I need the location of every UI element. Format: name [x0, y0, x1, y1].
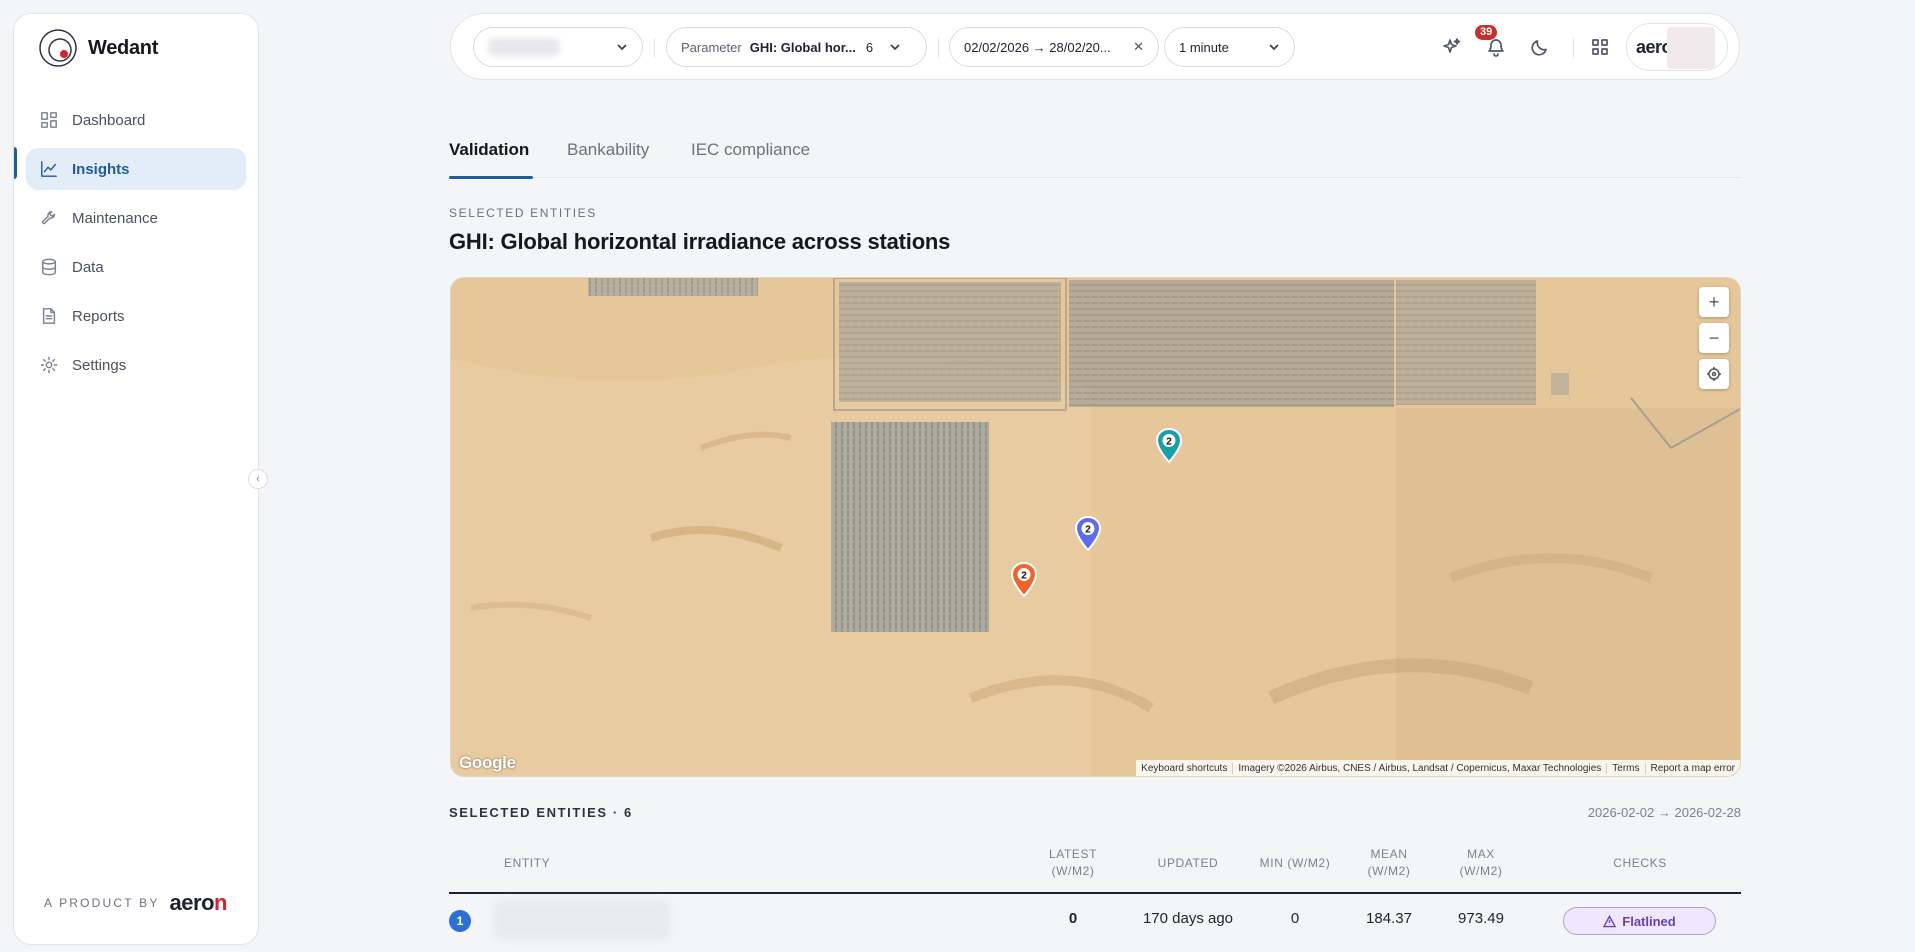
parameter-value: GHI: Global hor... — [749, 39, 856, 55]
active-nav-indicator — [14, 147, 17, 179]
database-icon — [41, 258, 57, 276]
marker-count: 2 — [1166, 437, 1172, 448]
crosshair-icon — [1707, 367, 1721, 381]
date-range-value: 02/02/2026 → 28/02/20... — [964, 39, 1111, 55]
table-date-range: 2026-02-02 → 2026-02-28 — [1587, 805, 1741, 820]
marker-count: 2 — [1085, 525, 1091, 536]
section-eyebrow: SELECTED ENTITIES — [449, 206, 597, 220]
table-header-divider — [449, 892, 1741, 894]
sidebar: Wedant Dashboard Insights Maintenance Da… — [13, 13, 259, 945]
sidebar-item-insights[interactable]: Insights — [26, 148, 246, 190]
marker-count: 2 — [1021, 571, 1027, 582]
tab-iec-compliance[interactable]: IEC compliance — [691, 140, 810, 160]
site-select[interactable] — [473, 27, 643, 67]
sidebar-item-reports[interactable]: Reports — [26, 295, 246, 337]
sidebar-item-label: Reports — [72, 307, 125, 325]
sidebar-item-dashboard[interactable]: Dashboard — [26, 99, 246, 141]
clear-date-icon[interactable]: ✕ — [1133, 39, 1144, 55]
chevron-down-icon — [1269, 44, 1279, 51]
table-heading: SELECTED ENTITIES · 6 — [449, 805, 633, 820]
active-tab-underline — [449, 176, 533, 179]
check-status-label: Flatlined — [1622, 913, 1676, 929]
aeron-logo-prefix: aero — [169, 890, 215, 915]
tab-validation[interactable]: Validation — [449, 140, 529, 160]
site-name-redacted — [488, 38, 560, 56]
notification-badge: 39 — [1475, 25, 1498, 40]
column-header-updated[interactable]: UPDATED — [1148, 855, 1228, 872]
sidebar-nav: Dashboard Insights Maintenance Data Repo… — [26, 99, 246, 393]
imagery-credit: Imagery ©2026 Airbus, CNES / Airbus, Lan… — [1233, 762, 1608, 774]
sidebar-item-label: Data — [72, 258, 104, 276]
account-menu[interactable]: aero — [1626, 23, 1728, 71]
terms-link[interactable]: Terms — [1607, 762, 1646, 774]
sidebar-item-label: Settings — [72, 356, 127, 374]
map-marker[interactable]: 2 — [1155, 428, 1183, 464]
page-title: GHI: Global horizontal irradiance across… — [449, 229, 951, 254]
insight-tabs: Validation Bankability IEC compliance — [449, 138, 1741, 179]
entity-name-redacted — [494, 900, 670, 940]
aeron-logo-suffix: n — [214, 890, 227, 915]
warning-icon — [1603, 914, 1617, 927]
divider — [654, 38, 655, 58]
recenter-button[interactable] — [1699, 359, 1729, 389]
column-header-entity[interactable]: ENTITY — [504, 855, 550, 872]
satellite-map[interactable]: 2 2 2 + − Google Keyboard shortcuts Imag… — [450, 277, 1741, 777]
google-logo: Google — [459, 753, 516, 772]
column-header-max[interactable]: MAX (W/M2) — [1444, 846, 1518, 880]
divider — [1573, 38, 1574, 58]
cell-mean: 184.37 — [1366, 910, 1412, 927]
product-by-text: A PRODUCT BY — [44, 896, 160, 910]
brand-logo-icon — [39, 29, 77, 67]
sidebar-item-settings[interactable]: Settings — [26, 344, 246, 386]
apps-grid-icon[interactable] — [1589, 36, 1611, 58]
chart-line-icon — [41, 161, 57, 177]
column-header-checks[interactable]: CHECKS — [1590, 855, 1690, 872]
dashboard-icon — [41, 112, 57, 128]
map-marker[interactable]: 2 — [1074, 516, 1102, 552]
cell-updated: 170 days ago — [1142, 910, 1234, 927]
parameter-count: 6 — [865, 39, 874, 55]
chevron-down-icon — [617, 44, 627, 51]
map-attribution: Keyboard shortcuts Imagery ©2026 Airbus,… — [1136, 760, 1740, 776]
column-header-min[interactable]: MIN (W/M2) — [1250, 855, 1340, 872]
brand-name: Wedant — [88, 36, 159, 59]
avatar — [1667, 27, 1715, 69]
tab-bankability[interactable]: Bankability — [567, 140, 649, 160]
sidebar-item-label: Insights — [72, 160, 130, 178]
product-by: A PRODUCT BY aeron — [44, 890, 227, 916]
report-icon — [42, 308, 56, 324]
interval-select[interactable]: 1 minute — [1164, 27, 1295, 67]
sidebar-item-label: Maintenance — [72, 209, 158, 227]
date-range-picker[interactable]: 02/02/2026 → 28/02/20... ✕ — [949, 27, 1159, 67]
parameter-label: Parameter — [681, 39, 742, 55]
parameter-select[interactable]: Parameter GHI: Global hor... 6 — [666, 27, 927, 67]
zoom-in-button[interactable]: + — [1699, 287, 1729, 317]
zoom-out-button[interactable]: − — [1699, 323, 1729, 353]
sidebar-collapse-button[interactable]: ‹ — [248, 469, 268, 489]
keyboard-shortcuts-link[interactable]: Keyboard shortcuts — [1136, 762, 1234, 774]
moon-icon[interactable] — [1529, 36, 1551, 58]
cell-latest: 0 — [1068, 910, 1078, 927]
brand[interactable]: Wedant — [38, 28, 158, 68]
cell-min: 0 — [1290, 910, 1300, 927]
map-marker[interactable]: 2 — [1010, 562, 1038, 598]
aeron-logo: aeron — [169, 890, 228, 916]
sidebar-item-maintenance[interactable]: Maintenance — [26, 197, 246, 239]
report-map-error-link[interactable]: Report a map error — [1646, 763, 1740, 774]
topbar: Parameter GHI: Global hor... 6 02/02/202… — [450, 13, 1740, 80]
sparkle-icon[interactable] — [1441, 36, 1463, 58]
row-index: 1 — [449, 910, 471, 932]
interval-value: 1 minute — [1179, 39, 1229, 55]
chevron-down-icon — [890, 44, 900, 51]
check-status-badge[interactable]: Flatlined — [1563, 907, 1716, 935]
column-header-latest[interactable]: LATEST (W/M2) — [1036, 846, 1110, 880]
cell-max: 973.49 — [1458, 910, 1504, 927]
gear-icon — [40, 356, 58, 374]
divider — [938, 38, 939, 58]
column-header-mean[interactable]: MEAN (W/M2) — [1352, 846, 1426, 880]
sidebar-item-data[interactable]: Data — [26, 246, 246, 288]
sidebar-item-label: Dashboard — [72, 111, 146, 129]
wrench-icon — [41, 210, 56, 225]
